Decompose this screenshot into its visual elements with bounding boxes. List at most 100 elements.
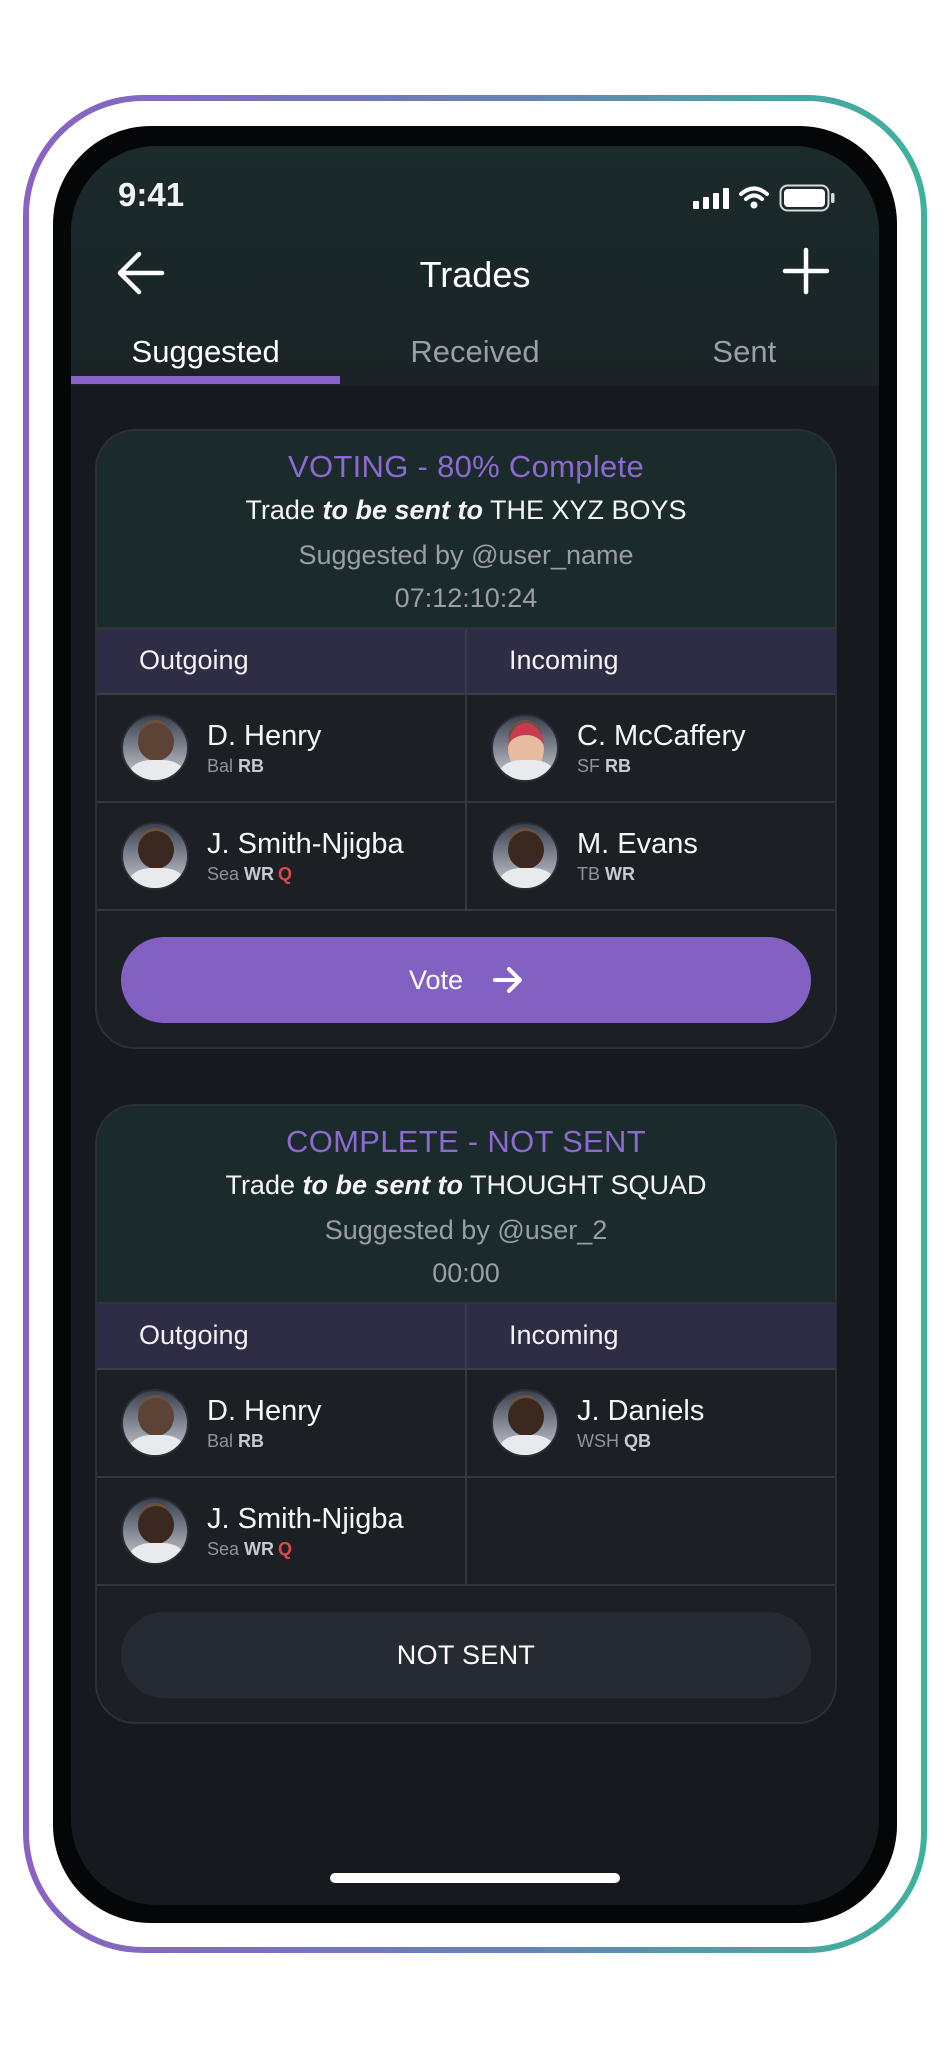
player-avatar [121, 714, 189, 782]
battery-icon [779, 184, 835, 212]
incoming-player[interactable]: J. Daniels WSH QB [467, 1370, 835, 1476]
suggested-by: Suggested by @user_2 [324, 1215, 608, 1245]
player-row: D. Henry Bal RB J. Daniels WSH QB [97, 1370, 835, 1478]
trade-card-header: COMPLETE - NOT SENT Trade to be sent to … [97, 1106, 835, 1304]
player-team: Sea [207, 863, 240, 884]
player-row: D. Henry Bal RB C. McCaffery SF RB [97, 695, 835, 803]
trade-prefix: Trade [225, 1170, 303, 1200]
player-avatar [121, 1497, 189, 1565]
outgoing-header: Outgoing [97, 1304, 467, 1368]
player-info: J. Daniels WSH QB [577, 1395, 704, 1452]
player-position: WR [244, 1538, 275, 1559]
incoming-header: Incoming [509, 645, 619, 675]
outgoing-header: Outgoing [97, 629, 467, 693]
injury-tag: Q [278, 1538, 293, 1559]
player-row: J. Smith-Njigba Sea WR Q [97, 1478, 835, 1586]
card-actions: NOT SENT [97, 1586, 835, 1722]
outgoing-player[interactable]: D. Henry Bal RB [97, 1370, 467, 1476]
vote-label: Vote [408, 964, 464, 995]
tab-suggested[interactable]: Suggested [71, 326, 341, 386]
arrow-right-icon [493, 967, 523, 993]
trade-team: THOUGHT SQUAD [463, 1170, 707, 1200]
incoming-player[interactable]: C. McCaffery SF RB [467, 695, 835, 801]
status-icons [693, 184, 835, 212]
player-name: J. Smith-Njigba [207, 827, 404, 860]
player-info: C. McCaffery SF RB [577, 720, 746, 777]
incoming-header: Incoming [509, 1320, 619, 1350]
trade-card-header: VOTING - 80% Complete Trade to be sent t… [97, 431, 835, 629]
status-time: 9:41 [118, 176, 185, 213]
suggested-by: Suggested by @user_name [298, 540, 634, 570]
trade-card: VOTING - 80% Complete Trade to be sent t… [95, 429, 837, 1049]
player-name: J. Daniels [577, 1394, 705, 1427]
player-name: D. Henry [207, 1394, 322, 1427]
tab-received[interactable]: Received [340, 326, 609, 386]
page-title: Trades [419, 254, 531, 295]
player-team: Sea [207, 1538, 240, 1559]
player-name: M. Evans [577, 827, 698, 860]
player-position: RB [605, 755, 632, 776]
trade-timer: 00:00 [432, 1258, 500, 1288]
player-row: J. Smith-Njigba Sea WR Q M. Evans TB WR [97, 803, 835, 911]
column-headers: Outgoing Incoming [97, 1304, 835, 1370]
not-sent-button[interactable]: NOT SENT [121, 1612, 811, 1698]
plus-icon [782, 247, 830, 295]
player-meta: TB WR [577, 864, 698, 885]
injury-tag: Q [278, 863, 293, 884]
player-avatar [491, 822, 559, 890]
trade-tabs: Suggested Received Sent [71, 326, 879, 386]
add-trade-button[interactable] [781, 246, 831, 296]
player-team: TB [577, 863, 601, 884]
outgoing-player[interactable]: J. Smith-Njigba Sea WR Q [97, 1478, 467, 1584]
player-name: C. McCaffery [577, 719, 746, 752]
signal-icon [693, 187, 729, 209]
player-info: D. Henry Bal RB [207, 720, 321, 777]
trade-team: THE XYZ BOYS [482, 495, 687, 525]
player-avatar [491, 1389, 559, 1457]
trade-status: VOTING - 80% Complete [287, 449, 645, 484]
trade-destination: Trade to be sent to THOUGHT SQUAD [97, 1170, 835, 1201]
trade-timer: 07:12:10:24 [394, 583, 538, 613]
trade-prefix: Trade [245, 495, 323, 525]
empty-incoming-slot [467, 1478, 835, 1584]
card-actions: Vote [97, 911, 835, 1047]
player-avatar [491, 714, 559, 782]
player-avatar [121, 1389, 189, 1457]
player-team: Bal [207, 1430, 234, 1451]
player-meta: WSH QB [577, 1431, 704, 1452]
vote-button[interactable]: Vote [121, 937, 811, 1023]
player-position: RB [238, 755, 265, 776]
player-position: RB [238, 1430, 265, 1451]
player-meta: Bal RB [207, 756, 321, 777]
player-team: Bal [207, 755, 234, 776]
player-info: D. Henry Bal RB [207, 1395, 321, 1452]
tab-sent[interactable]: Sent [610, 326, 879, 386]
trade-destination: Trade to be sent to THE XYZ BOYS [97, 495, 835, 526]
player-position: QB [624, 1430, 652, 1451]
player-name: J. Smith-Njigba [207, 1502, 404, 1535]
player-meta: Bal RB [207, 1431, 321, 1452]
player-team: WSH [577, 1430, 619, 1451]
trade-card: COMPLETE - NOT SENT Trade to be sent to … [95, 1104, 837, 1724]
player-meta: Sea WR Q [207, 864, 404, 885]
player-info: J. Smith-Njigba Sea WR Q [207, 1503, 404, 1560]
player-avatar [121, 822, 189, 890]
player-info: J. Smith-Njigba Sea WR Q [207, 828, 404, 885]
player-position: WR [244, 863, 275, 884]
incoming-player[interactable]: M. Evans TB WR [467, 803, 835, 909]
player-team: SF [577, 755, 601, 776]
outgoing-player[interactable]: J. Smith-Njigba Sea WR Q [97, 803, 467, 909]
player-meta: SF RB [577, 756, 746, 777]
column-headers: Outgoing Incoming [97, 629, 835, 695]
header-area: 9:41 Trades Suggested Received Sent [71, 146, 879, 386]
trade-emphasis: to be sent to [322, 495, 483, 525]
trade-emphasis: to be sent to [302, 1170, 464, 1200]
trade-status: COMPLETE - NOT SENT [286, 1124, 646, 1159]
outgoing-player[interactable]: D. Henry Bal RB [97, 695, 467, 801]
wifi-icon [739, 186, 769, 210]
phone-screen: 9:41 Trades Suggested Received Sent VOTI… [71, 146, 879, 1905]
home-indicator[interactable] [330, 1873, 620, 1883]
player-position: WR [605, 863, 636, 884]
player-meta: Sea WR Q [207, 1539, 404, 1560]
player-name: D. Henry [207, 719, 322, 752]
